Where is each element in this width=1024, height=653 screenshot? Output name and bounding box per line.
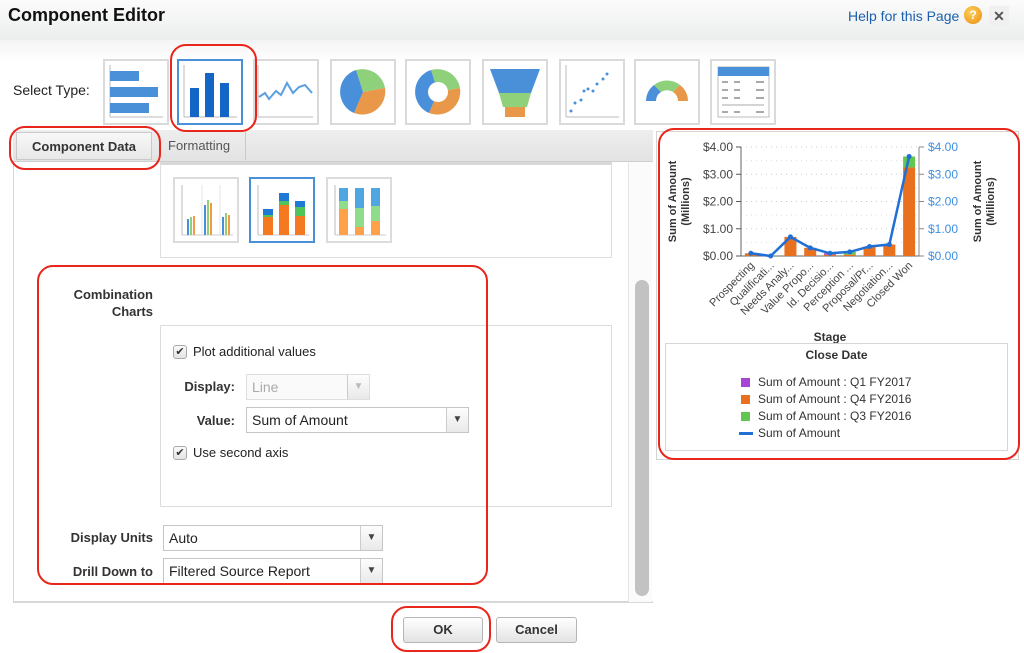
legend-title: Close Date (805, 348, 868, 362)
line-point (906, 154, 912, 160)
cancel-button[interactable]: Cancel (496, 617, 577, 643)
plot-additional-values-label: Plot additional values (193, 344, 316, 359)
value-select[interactable]: Sum of Amount ▼ (246, 407, 469, 433)
line-chart-icon (257, 65, 313, 118)
type-horizontal-bar[interactable] (103, 59, 169, 125)
close-button[interactable]: ✕ (989, 6, 1009, 26)
tab-component-data[interactable]: Component Data (16, 132, 152, 160)
y-tick-label-right: $4.00 (928, 140, 958, 154)
type-donut[interactable] (405, 59, 471, 125)
scatter-chart-icon (565, 65, 619, 118)
legend-item: Sum of Amount : Q4 FY2016 (758, 392, 912, 406)
y-tick-label-left: $2.00 (703, 195, 733, 209)
legend-item: Sum of Amount : Q3 FY2016 (758, 409, 912, 423)
pie-chart-icon (340, 69, 386, 115)
chevron-down-icon: ▼ (347, 375, 369, 399)
tab-formatting[interactable]: Formatting (154, 132, 246, 160)
type-table[interactable] (710, 59, 776, 125)
type-line[interactable] (253, 59, 319, 125)
footer-divider (13, 602, 653, 603)
display-select-value: Line (252, 379, 279, 395)
help-link[interactable]: Help for this Page (848, 8, 959, 24)
stacked-bar-icon (257, 185, 309, 236)
drill-down-select[interactable]: Filtered Source Report ▼ (163, 558, 383, 584)
value-label: Value: (196, 413, 235, 428)
subtype-stacked-100[interactable] (326, 177, 392, 243)
type-funnel[interactable] (482, 59, 548, 125)
combination-charts-label: Combination Charts (40, 286, 153, 320)
plot-additional-values-checkbox[interactable]: ✔ (173, 345, 187, 359)
legend-swatch (741, 378, 750, 387)
display-select[interactable]: Line ▼ (246, 374, 370, 400)
y-tick-label-right: $1.00 (928, 222, 958, 236)
legend-swatch (741, 412, 750, 421)
use-second-axis-label: Use second axis (193, 445, 289, 460)
subtype-grouped[interactable] (173, 177, 239, 243)
select-type-label: Select Type: (13, 82, 90, 98)
checkmark-icon: ✔ (175, 447, 185, 459)
line-point (748, 250, 754, 256)
y-tick-label-right: $0.00 (928, 249, 958, 263)
line-point (807, 245, 813, 251)
line-point (867, 243, 873, 249)
use-second-axis-checkbox[interactable]: ✔ (173, 446, 187, 460)
y-tick-label-right: $2.00 (928, 195, 958, 209)
legend-line-swatch (739, 432, 753, 435)
dialog-header: Component Editor Help for this Page ? ✕ (0, 0, 1024, 40)
line-point (886, 242, 892, 248)
question-circle-icon[interactable]: ? (964, 6, 982, 24)
line-point (768, 253, 774, 259)
drill-down-label: Drill Down to (72, 564, 153, 579)
y-tick-label-left: $1.00 (703, 222, 733, 236)
y-tick-label-right: $3.00 (928, 167, 958, 181)
legend-swatch (741, 395, 750, 404)
grouped-bar-icon (181, 185, 233, 236)
type-scatter[interactable] (559, 59, 625, 125)
type-pie[interactable] (330, 59, 396, 125)
value-select-value: Sum of Amount (252, 412, 348, 428)
line-point (787, 234, 793, 240)
display-label: Display: (184, 379, 235, 394)
close-x-icon: ✕ (993, 8, 1005, 24)
bar-segment (843, 254, 856, 256)
type-gauge[interactable] (634, 59, 700, 125)
donut-chart-icon (415, 69, 461, 115)
x-axis-title: Stage (814, 330, 847, 343)
line-point (847, 249, 853, 255)
line-point (827, 250, 833, 256)
combination-label-line2: Charts (111, 304, 153, 319)
checkmark-icon: ✔ (175, 346, 185, 358)
display-units-label: Display Units (70, 530, 153, 545)
combination-label-line1: Combination (73, 287, 153, 302)
chevron-down-icon: ▼ (360, 559, 382, 583)
y-tick-label-left: $3.00 (703, 167, 733, 181)
table-icon (717, 66, 770, 118)
chart-svg: $0.00 $0.00 $1.00 $1.00 $2.00 $2.00 $3.00 $3.00… (667, 140, 997, 343)
type-vertical-bar[interactable] (177, 59, 243, 125)
y-tick-label-left: $0.00 (703, 249, 733, 263)
dialog-title: Component Editor (8, 5, 165, 25)
drill-down-value: Filtered Source Report (169, 563, 310, 579)
display-units-select[interactable]: Auto ▼ (163, 525, 383, 551)
chevron-down-icon: ▼ (446, 408, 468, 432)
line-series (750, 156, 911, 258)
vertical-bar-chart-icon (183, 65, 237, 118)
horizontal-bar-chart-icon (109, 65, 163, 118)
stacked-100-bar-icon (334, 185, 386, 236)
y-tick-label-left: $4.00 (703, 140, 733, 154)
ok-button[interactable]: OK (403, 617, 483, 643)
y-axis-title-right: Sum of Amount(Millions) (972, 160, 997, 242)
gauge-chart-icon (646, 80, 688, 101)
legend-item: Sum of Amount : Q1 FY2017 (758, 375, 912, 389)
legend-item: Sum of Amount (758, 426, 841, 440)
display-units-value: Auto (169, 530, 198, 546)
scrollbar-thumb[interactable] (635, 280, 649, 596)
funnel-chart-icon (490, 69, 540, 117)
subtype-stacked[interactable] (249, 177, 315, 243)
chevron-down-icon: ▼ (360, 526, 382, 550)
y-axis-title-left: Sum of Amount(Millions) (667, 160, 692, 242)
